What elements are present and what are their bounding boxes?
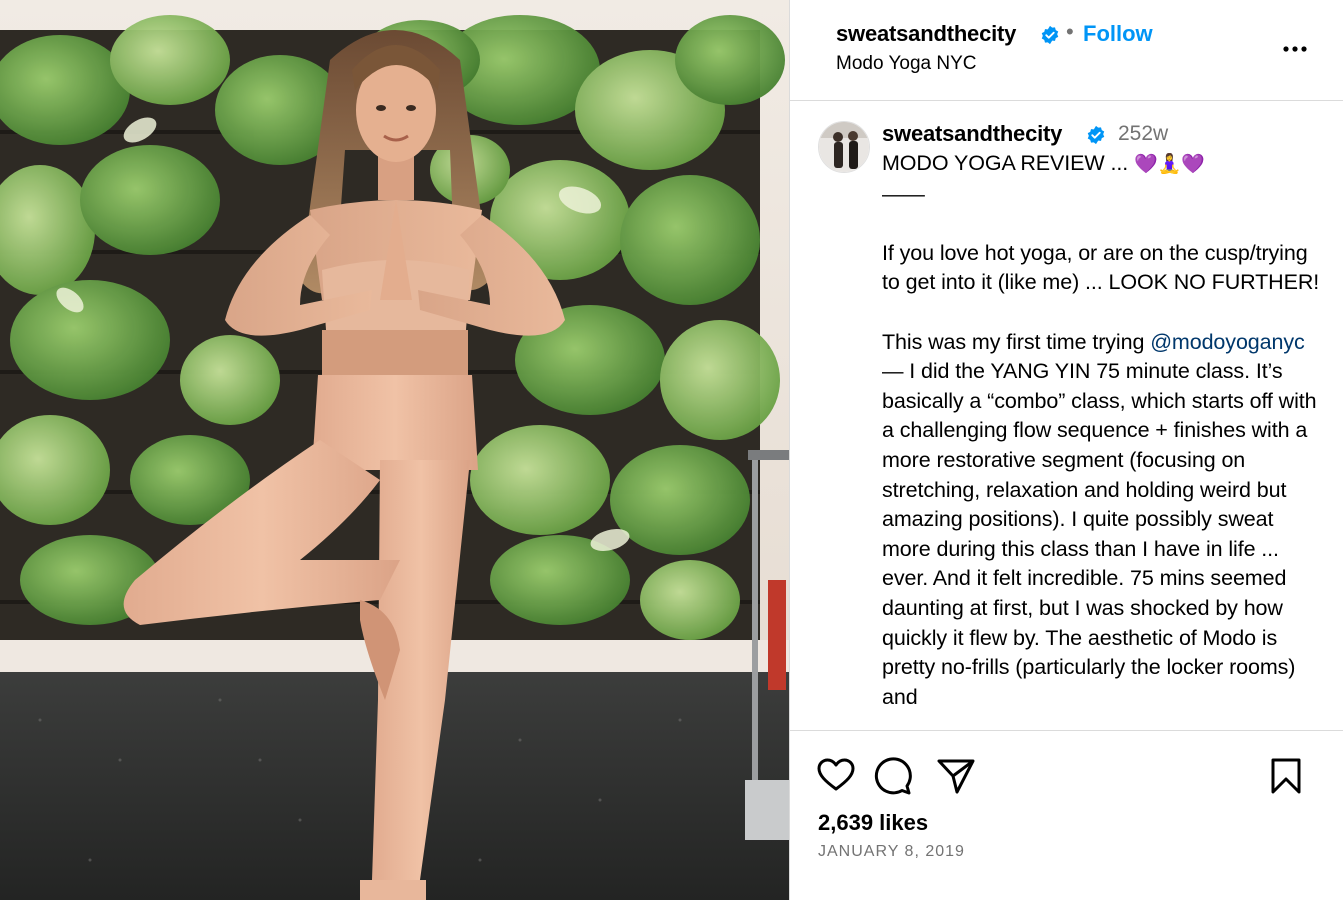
caption-title: MODO YOGA REVIEW ... bbox=[882, 151, 1129, 175]
caption-username[interactable]: sweatsandthecity bbox=[882, 121, 1062, 147]
post-header: sweatsandthecity • Follow Modo Yoga NYC bbox=[790, 0, 1343, 101]
caption-divider: —— bbox=[882, 181, 925, 206]
comment-bubble-icon[interactable] bbox=[872, 755, 914, 797]
caption-title-line: MODO YOGA REVIEW ... 💜🧘‍♀️💜 bbox=[882, 149, 1322, 180]
verified-badge-icon bbox=[1087, 125, 1105, 145]
post-photo[interactable] bbox=[0, 0, 789, 900]
caption-spacer bbox=[882, 209, 1322, 239]
follow-button[interactable]: Follow bbox=[1083, 21, 1153, 47]
header-separator: • bbox=[1066, 19, 1074, 44]
paper-plane-icon[interactable] bbox=[935, 755, 977, 797]
yoga-photo-illustration bbox=[0, 0, 789, 900]
caption-spacer bbox=[882, 298, 1322, 328]
caption-text: MODO YOGA REVIEW ... 💜🧘‍♀️💜 —— If you lo… bbox=[882, 149, 1322, 712]
bookmark-icon[interactable] bbox=[1265, 755, 1307, 797]
mention-link[interactable]: @modoyoganyc bbox=[1150, 330, 1305, 354]
post-footer: 2,639 likes JANUARY 8, 2019 bbox=[790, 730, 1343, 901]
caption-paragraph-2-rest: — I did the YANG YIN 75 minute class. It… bbox=[882, 329, 1323, 709]
more-options-icon[interactable] bbox=[1280, 34, 1310, 64]
caption-emojis: 💜🧘‍♀️💜 bbox=[1133, 153, 1205, 175]
heart-icon[interactable] bbox=[815, 755, 857, 797]
avatar-image bbox=[819, 122, 869, 172]
caption-paragraph-2-start: This was my first time trying bbox=[882, 329, 1151, 354]
header-username[interactable]: sweatsandthecity bbox=[836, 21, 1016, 47]
verified-badge-icon bbox=[1041, 25, 1059, 45]
caption-paragraph-2: This was my first time trying @modoyogan… bbox=[882, 328, 1322, 713]
post-date[interactable]: JANUARY 8, 2019 bbox=[818, 843, 965, 861]
post-time-ago[interactable]: 252w bbox=[1118, 122, 1168, 146]
location-link[interactable]: Modo Yoga NYC bbox=[836, 53, 977, 75]
post-details-panel: sweatsandthecity • Follow Modo Yoga NYC bbox=[789, 0, 1343, 900]
instagram-post: sweatsandthecity • Follow Modo Yoga NYC bbox=[0, 0, 1343, 900]
likes-count[interactable]: 2,639 likes bbox=[818, 810, 928, 836]
caption-paragraph-1: If you love hot yoga, or are on the cusp… bbox=[882, 240, 1320, 295]
avatar[interactable] bbox=[818, 121, 870, 173]
caption-comment: sweatsandthecity 252w MODO YOGA REVIEW .… bbox=[790, 101, 1343, 729]
